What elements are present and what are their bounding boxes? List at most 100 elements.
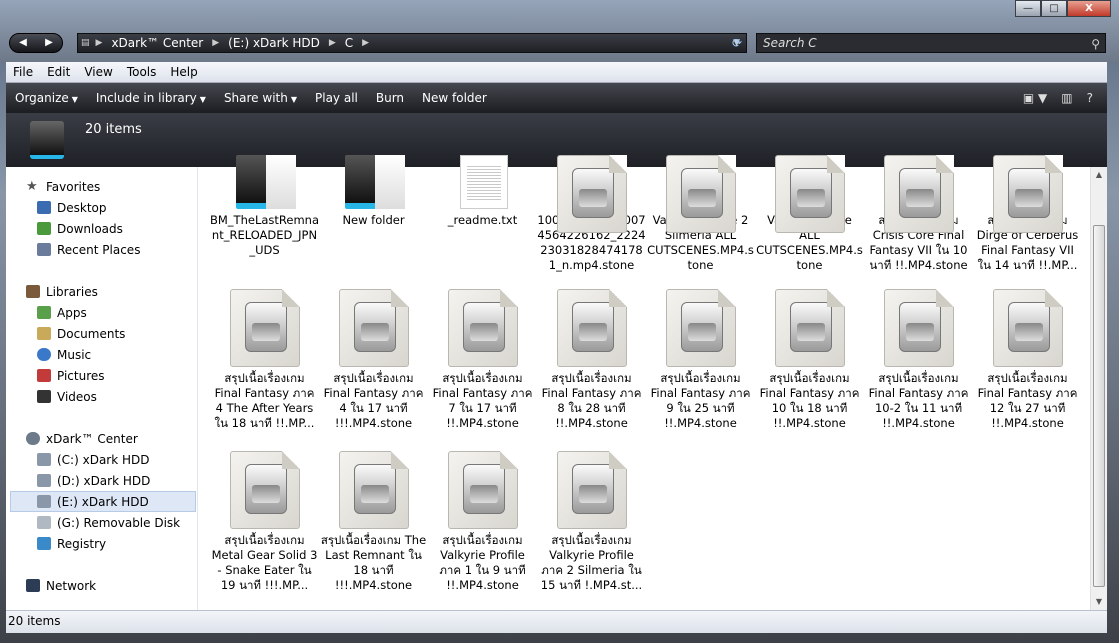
menu-file[interactable]: File [6, 65, 40, 79]
chevron-right-icon[interactable]: ▶ [359, 38, 372, 48]
text-file-icon [440, 155, 526, 209]
close-button[interactable]: X [1067, 0, 1111, 17]
sidebar-item-pictures[interactable]: Pictures [37, 365, 105, 386]
file-item[interactable]: สรุปเนื้อเรื่องเกม Valkyrie Profile ภาค … [537, 451, 646, 593]
file-item[interactable]: สรุปเนื้อเรื่องเกม Metal Gear Solid 3 - … [210, 451, 319, 593]
file-item[interactable]: 10000000_2260074564226162_22242303182847… [537, 155, 646, 273]
maximize-button[interactable]: □ [1041, 0, 1067, 17]
sidebar-item-label: Registry [57, 536, 107, 551]
file-item[interactable]: Valkyrie Profile 2 Silmeria ALL CUTSCENE… [646, 155, 755, 273]
sidebar-item-recent-places[interactable]: Recent Places [37, 239, 140, 260]
breadcrumb-c[interactable]: C [339, 36, 359, 50]
file-item[interactable]: สรุปเนื้อเรื่องเกม Final Fantasy ภาค 8 ใ… [537, 289, 646, 431]
file-name-label: สรุปเนื้อเรื่องเกม Valkyrie Profile ภาค … [439, 533, 526, 592]
scroll-down-icon[interactable]: ▼ [1091, 594, 1107, 610]
search-input[interactable]: Search C ⚲ [756, 33, 1106, 53]
computer-header[interactable]: xDark™ Center [26, 428, 138, 449]
file-item[interactable]: สรุปเนื้อเรื่องเกม Final Fantasy ภาค 7 ใ… [428, 289, 537, 431]
file-name-label: สรุปเนื้อเรื่องเกม Final Fantasy ภาค 9 ใ… [650, 371, 751, 430]
file-name-label: สรุปเนื้อเรื่องเกม Final Fantasy ภาค 4 ใ… [323, 371, 424, 430]
libraries-header[interactable]: Libraries [26, 281, 98, 302]
breadcrumb-xdark-center[interactable]: xDark™ Center [105, 36, 209, 50]
burn-button[interactable]: Burn [367, 91, 413, 105]
forward-button[interactable]: ▶ [36, 34, 62, 52]
file-name-label: สรุปเนื้อเรื่องเกม Final Fantasy ภาค 4 T… [214, 371, 315, 430]
chevron-right-icon[interactable]: ▶ [93, 38, 106, 48]
sidebar-item-label: Desktop [57, 200, 107, 215]
libraries-label: Libraries [46, 284, 98, 299]
chevron-right-icon[interactable]: ▶ [209, 38, 222, 48]
menu-tools[interactable]: Tools [120, 65, 164, 79]
libraries-icon [26, 285, 40, 298]
view-controls: ▣ ▼ ▥ ? [1023, 91, 1107, 105]
file-item[interactable]: Valkyrie Profile ALL CUTSCENES.MP4.stone [755, 155, 864, 273]
new-folder-button[interactable]: New folder [413, 91, 496, 105]
help-icon[interactable]: ? [1087, 91, 1093, 105]
search-icon[interactable]: ⚲ [1091, 35, 1100, 53]
address-bar[interactable]: ▤ ▶ xDark™ Center ▶ (E:) xDark HDD ▶ C ▶… [77, 33, 747, 53]
file-item[interactable]: สรุปเนื้อเรื่องเกม Final Fantasy ภาค 4 ใ… [319, 289, 428, 431]
file-item[interactable]: สรุปเนื้อเรื่องเกม Dirge of Cerberus Fin… [973, 155, 1082, 273]
favorites-header[interactable]: ★ Favorites [26, 176, 100, 197]
menu-view[interactable]: View [77, 65, 119, 79]
file-item[interactable]: สรุปเนื้อเรื่องเกม The Last Remnant ใน 1… [319, 451, 428, 593]
folder-item[interactable]: New folder [319, 155, 428, 228]
network-label: Network [46, 578, 97, 593]
sidebar-item-label: Recent Places [57, 242, 141, 257]
sidebar-item-music[interactable]: Music [37, 344, 91, 365]
navigation-pane: ★ Favorites Desktop Downloads Recent Pla… [6, 167, 198, 610]
file-item[interactable]: สรุปเนื้อเรื่องเกม Final Fantasy ภาค 9 ใ… [646, 289, 755, 431]
sidebar-item-documents[interactable]: Documents [37, 323, 125, 344]
menu-edit[interactable]: Edit [40, 65, 77, 79]
minimize-button[interactable]: — [1015, 0, 1041, 17]
nav-buttons: ◀ ▶ [9, 33, 63, 53]
scroll-up-icon[interactable]: ▲ [1091, 167, 1107, 183]
computer-icon [26, 432, 40, 445]
file-name-label: สรุปเนื้อเรื่องเกม The Last Remnant ใน 1… [320, 533, 427, 592]
sidebar-item-registry[interactable]: Registry [37, 533, 106, 554]
hard-drive-icon [37, 474, 51, 487]
breadcrumb-e-drive[interactable]: (E:) xDark HDD [222, 36, 326, 50]
sidebar-item-label: Music [57, 347, 92, 362]
folder-item[interactable]: BM_TheLastRemnant_RELOADED_JPN_UDS [210, 155, 319, 258]
file-item[interactable]: _readme.txt [428, 155, 537, 228]
file-item[interactable]: สรุปเนื้อเรื่องเกม Crisis Core Final Fan… [864, 155, 973, 273]
chevron-right-icon[interactable]: ▶ [326, 38, 339, 48]
sidebar-item-desktop[interactable]: Desktop [37, 197, 107, 218]
sidebar-item-apps[interactable]: Apps [37, 302, 87, 323]
file-item[interactable]: สรุปเนื้อเรื่องเกม Final Fantasy ภาค 4 T… [210, 289, 319, 431]
view-options-icon[interactable]: ▣ ▼ [1023, 91, 1047, 105]
locked-file-icon [549, 451, 635, 529]
sidebar-item-g-drive[interactable]: (G:) Removable Disk [37, 512, 180, 533]
vertical-scrollbar[interactable]: ▲ ▼ [1090, 167, 1107, 610]
status-item-count: 20 items [8, 614, 61, 628]
locked-file-icon [440, 289, 526, 367]
organize-button[interactable]: Organize ▼ [6, 91, 87, 105]
sidebar-item-d-drive[interactable]: (D:) xDark HDD [37, 470, 150, 491]
file-item[interactable]: สรุปเนื้อเรื่องเกม Final Fantasy ภาค 10-… [864, 289, 973, 431]
play-all-button[interactable]: Play all [306, 91, 367, 105]
share-with-button[interactable]: Share with ▼ [215, 91, 306, 105]
menu-help[interactable]: Help [163, 65, 204, 79]
sidebar-item-videos[interactable]: Videos [37, 386, 97, 407]
file-name-label: สรุปเนื้อเรื่องเกม Valkyrie Profile ภาค … [540, 533, 643, 592]
scroll-thumb[interactable] [1093, 225, 1105, 587]
item-count: 20 items [85, 122, 142, 137]
sidebar-item-downloads[interactable]: Downloads [37, 218, 123, 239]
sidebar-item-e-drive[interactable]: (E:) xDark HDD [10, 491, 196, 512]
file-item[interactable]: สรุปเนื้อเรื่องเกม Final Fantasy ภาค 12 … [973, 289, 1082, 431]
recent-places-icon [37, 243, 51, 256]
locked-file-icon [222, 451, 308, 529]
refresh-icon[interactable]: ⟳ [727, 33, 747, 53]
back-button[interactable]: ◀ [10, 34, 36, 52]
sidebar-item-label: (C:) xDark HDD [57, 452, 150, 467]
locked-file-icon [658, 289, 744, 367]
network-header[interactable]: Network [26, 575, 96, 596]
apps-icon [37, 306, 51, 319]
include-in-library-button[interactable]: Include in library ▼ [87, 91, 215, 105]
preview-pane-icon[interactable]: ▥ [1061, 91, 1072, 105]
file-item[interactable]: สรุปเนื้อเรื่องเกม Valkyrie Profile ภาค … [428, 451, 537, 593]
file-item[interactable]: สรุปเนื้อเรื่องเกม Final Fantasy ภาค 10 … [755, 289, 864, 431]
sidebar-item-c-drive[interactable]: (C:) xDark HDD [37, 449, 150, 470]
locked-file-icon [876, 155, 962, 233]
